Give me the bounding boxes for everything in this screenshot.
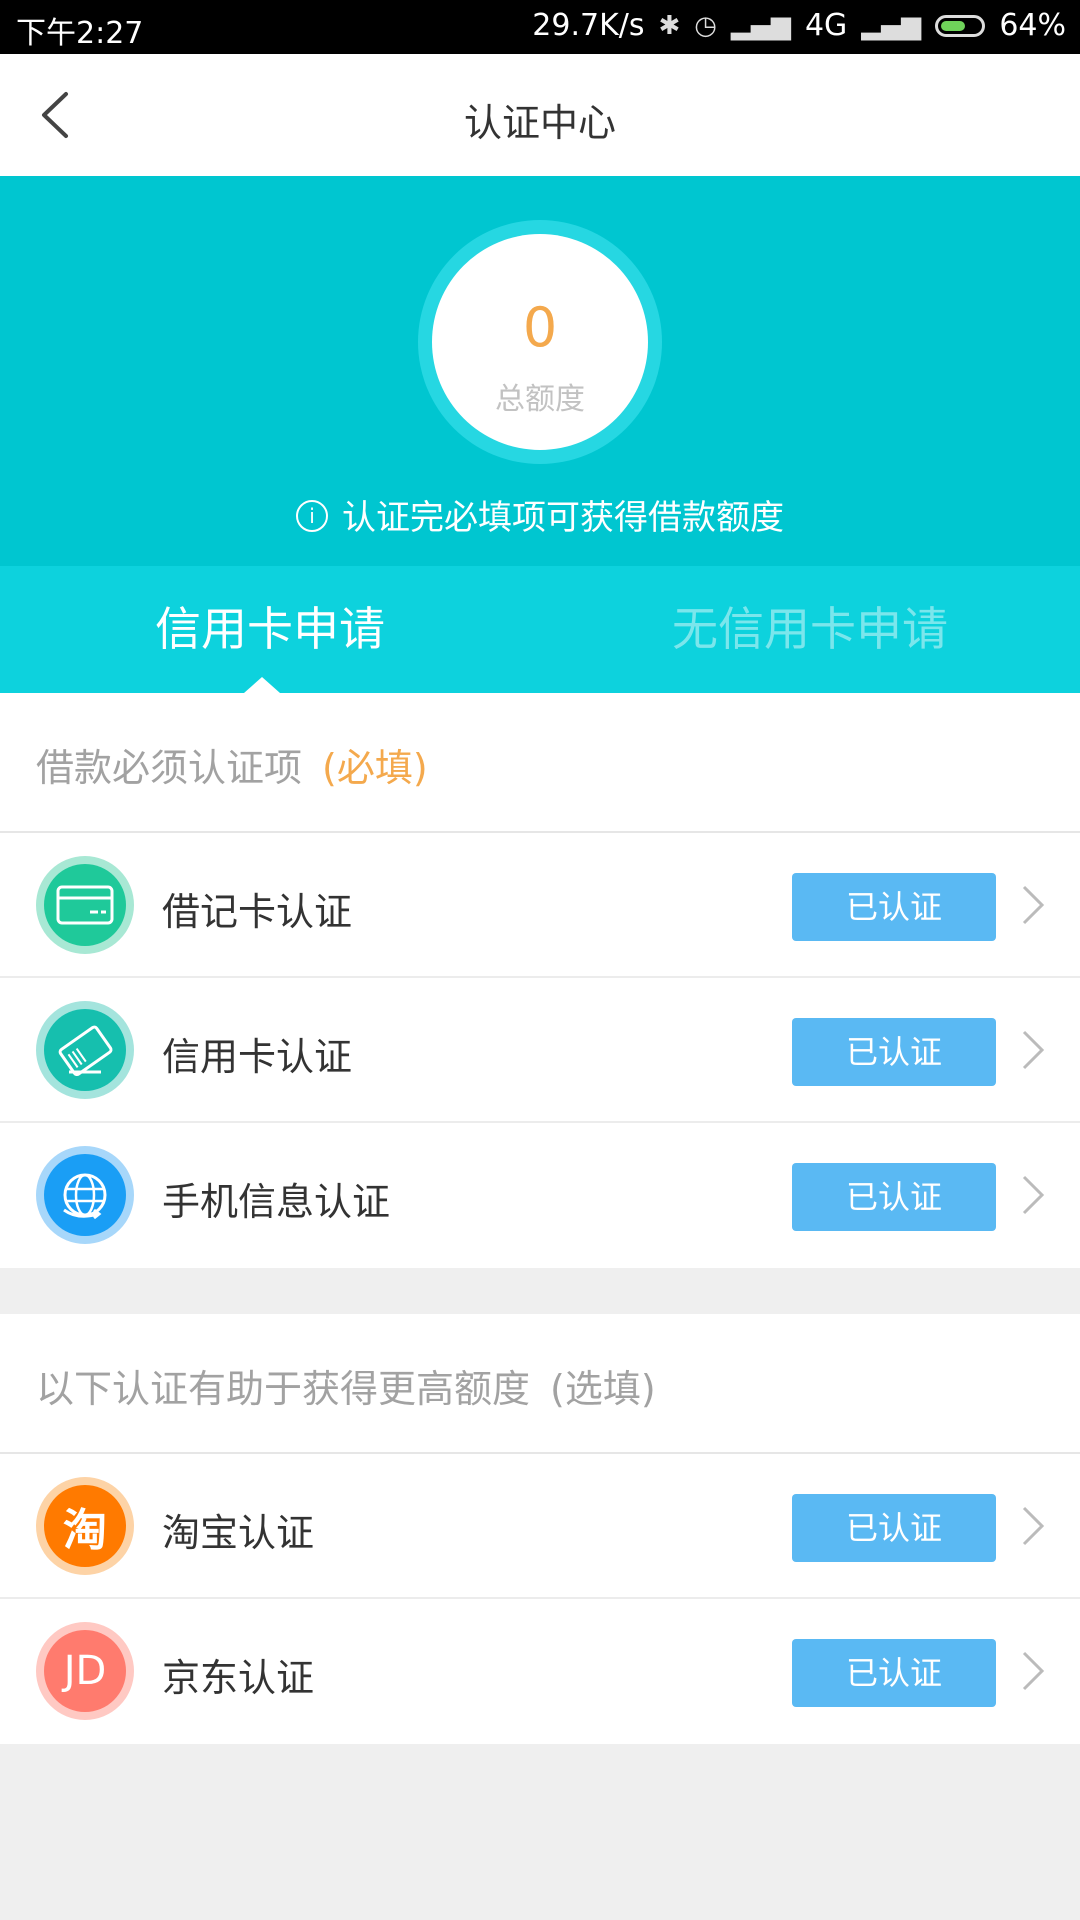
item-label: 信用卡认证 (162, 1035, 353, 1079)
optional-section-header: 以下认证有助于获得更高额度 (选填) (0, 1314, 1080, 1454)
total-amount-label: 总额度 (495, 382, 585, 417)
section-gap (0, 1268, 1080, 1314)
phone-info-icon (36, 1146, 134, 1244)
required-section-title: 借款必须认证项 (必填) (36, 737, 428, 792)
item-label: 借记卡认证 (162, 890, 353, 934)
status-badge: 已认证 (792, 1163, 996, 1231)
taobao-icon: 淘 (36, 1477, 134, 1575)
credit-summary: 0 总额度 i 认证完必填项可获得借款额度 (0, 176, 1080, 566)
chevron-right-icon (1022, 1506, 1045, 1546)
tab-credit-card-apply[interactable]: 信用卡申请 (0, 566, 540, 693)
battery-icon (935, 14, 986, 37)
status-badge: 已认证 (792, 873, 996, 941)
list-item-credit-card[interactable]: 信用卡认证 已认证 (0, 978, 1080, 1123)
network-speed: 29.7K/s (532, 8, 645, 43)
list-item-phone-info[interactable]: 手机信息认证 已认证 (0, 1123, 1080, 1268)
signal-icon: ▂▄▆ (730, 10, 791, 41)
jd-glyph: JD (63, 1648, 107, 1694)
hint-text: 认证完必填项可获得借款额度 (342, 498, 784, 538)
status-badge: 已认证 (792, 1018, 996, 1086)
list-item-jd[interactable]: JD 京东认证 已认证 (0, 1599, 1080, 1744)
amount-circle: 0 总额度 (432, 234, 648, 450)
total-amount: 0 (522, 296, 558, 359)
optional-title-text: 以下认证有助于获得更高额度 (36, 1367, 531, 1411)
bluetooth-icon: ✱ (658, 10, 681, 41)
chevron-right-icon (1022, 885, 1045, 925)
network-type: 4G (804, 8, 848, 43)
application-tabs: 信用卡申请 无信用卡申请 (0, 566, 1080, 693)
status-bar: 下午2:27 29.7K/s ✱ ◷ ▂▄▆ 4G ▂▄▆ 64% (0, 0, 1080, 54)
list-item-debit-card[interactable]: 借记卡认证 已认证 (0, 833, 1080, 978)
taobao-glyph: 淘 (63, 1505, 107, 1556)
status-badge: 已认证 (792, 1639, 996, 1707)
status-right: 29.7K/s ✱ ◷ ▂▄▆ 4G ▂▄▆ 64% (532, 8, 1066, 43)
credit-hint: i 认证完必填项可获得借款额度 (0, 490, 1080, 539)
chevron-right-icon (1022, 1030, 1045, 1070)
nav-bar: 认证中心 (0, 54, 1080, 176)
optional-tag: (选填) (550, 1367, 656, 1411)
jd-icon: JD (36, 1622, 134, 1720)
battery-percent: 64% (999, 8, 1066, 43)
debit-card-icon (36, 856, 134, 954)
item-label: 手机信息认证 (162, 1180, 391, 1224)
required-title-text: 借款必须认证项 (36, 746, 303, 790)
credit-card-icon (36, 1001, 134, 1099)
optional-section-title: 以下认证有助于获得更高额度 (选填) (36, 1358, 656, 1413)
status-time: 下午2:27 (16, 16, 144, 51)
item-label: 京东认证 (162, 1656, 315, 1700)
amount-ring: 0 总额度 (418, 220, 662, 464)
signal-icon-2: ▂▄▆ (861, 10, 922, 41)
item-label: 淘宝认证 (162, 1511, 315, 1555)
required-section-header: 借款必须认证项 (必填) (0, 693, 1080, 833)
status-badge: 已认证 (792, 1494, 996, 1562)
list-item-taobao[interactable]: 淘 淘宝认证 已认证 (0, 1454, 1080, 1599)
chevron-right-icon (1022, 1175, 1045, 1215)
info-icon: i (296, 499, 328, 532)
battery-fill (941, 20, 966, 31)
page-title: 认证中心 (463, 101, 616, 145)
alarm-icon: ◷ (694, 10, 717, 41)
chevron-right-icon (1022, 1651, 1045, 1691)
active-tab-indicator (244, 677, 280, 693)
required-tag: (必填) (322, 746, 428, 790)
tab-no-credit-card-apply[interactable]: 无信用卡申请 (540, 566, 1080, 693)
